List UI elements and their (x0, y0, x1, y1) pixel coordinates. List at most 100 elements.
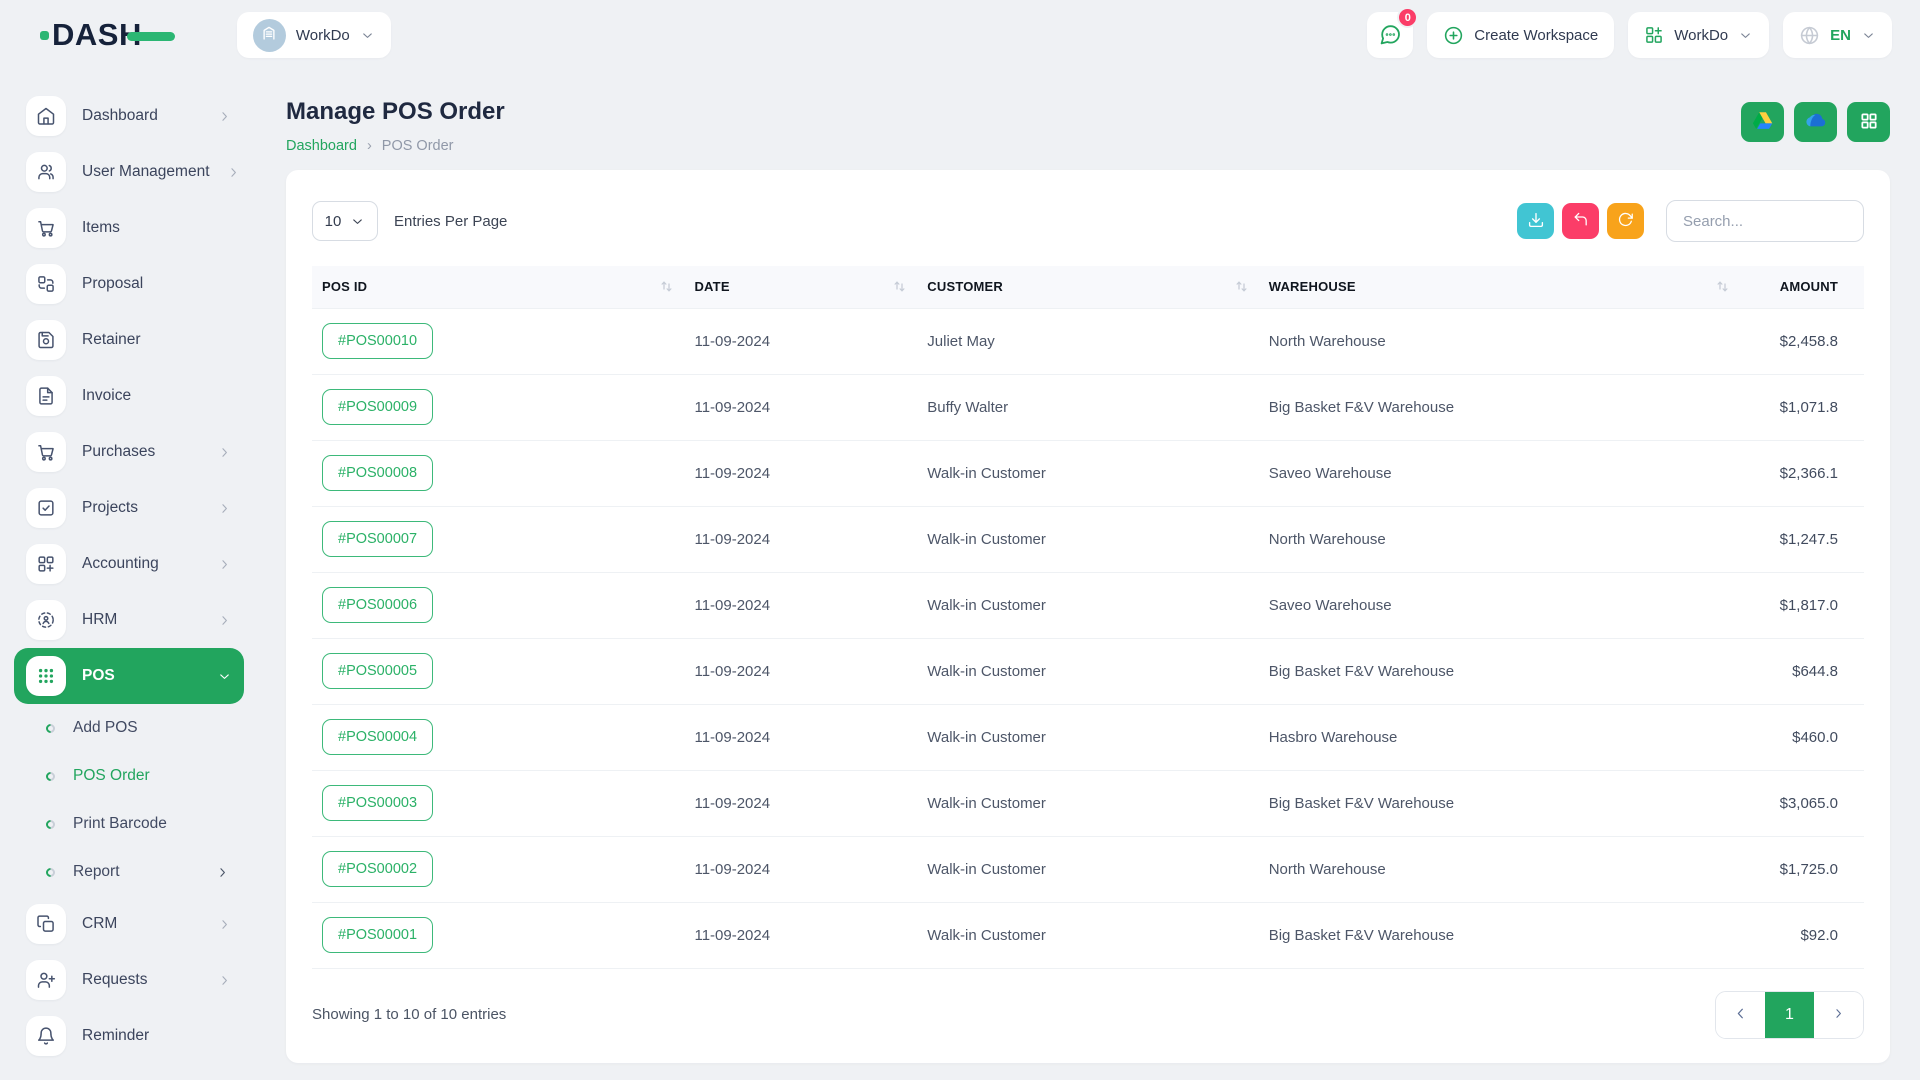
sidebar-item-label: Reminder (82, 1027, 149, 1045)
chevron-down-icon (1861, 28, 1876, 43)
search-input[interactable] (1666, 200, 1864, 242)
column-header-pos-id[interactable]: POS ID (312, 266, 684, 308)
cell-warehouse: Saveo Warehouse (1259, 572, 1740, 638)
cell-amount: $2,458.8 (1740, 308, 1864, 374)
pos-id-badge[interactable]: #POS00008 (322, 455, 433, 491)
sidebar-item-label: Invoice (82, 387, 131, 405)
app-logo[interactable]: DASH (40, 17, 175, 53)
sidebar-item-label: Requests (82, 971, 147, 989)
sidebar-item-items[interactable]: Items (14, 200, 244, 256)
language-selector[interactable]: EN (1783, 12, 1892, 58)
bullet-icon (44, 818, 57, 831)
grid-view-button[interactable] (1847, 102, 1890, 142)
sidebar-item-label: Retainer (82, 331, 141, 349)
cell-customer: Walk-in Customer (917, 638, 1258, 704)
cell-customer: Walk-in Customer (917, 440, 1258, 506)
table-row: #POS00007 11-09-2024 Walk-in Customer No… (312, 506, 1864, 572)
sidebar-subitem-pos-order[interactable]: POS Order (14, 752, 244, 800)
cell-date: 11-09-2024 (684, 506, 917, 572)
pos-id-badge[interactable]: #POS00007 (322, 521, 433, 557)
sidebar-item-invoice[interactable]: Invoice (14, 368, 244, 424)
create-workspace-button[interactable]: Create Workspace (1427, 12, 1614, 58)
cell-warehouse: Big Basket F&V Warehouse (1259, 770, 1740, 836)
pos-order-card: 10 Entries Per Page POS IDDATECUSTOMERWA… (286, 170, 1890, 1063)
breadcrumb: Dashboard › POS Order (286, 138, 505, 154)
sidebar-subitem-report[interactable]: Report (14, 848, 244, 896)
requests-icon (26, 960, 66, 1000)
sidebar-item-projects[interactable]: Projects (14, 480, 244, 536)
cell-amount: $1,247.5 (1740, 506, 1864, 572)
cell-amount: $1,725.0 (1740, 836, 1864, 902)
messages-button[interactable]: 0 (1367, 12, 1413, 58)
sidebar-item-label: Dashboard (82, 107, 158, 125)
cell-date: 11-09-2024 (684, 704, 917, 770)
cell-customer: Juliet May (917, 308, 1258, 374)
google-drive-button[interactable] (1741, 102, 1784, 142)
sidebar-item-label: CRM (82, 915, 117, 933)
pos-id-badge[interactable]: #POS00006 (322, 587, 433, 623)
cell-customer: Walk-in Customer (917, 836, 1258, 902)
bullet-icon (44, 722, 57, 735)
pos-id-badge[interactable]: #POS00001 (322, 917, 433, 953)
refresh-button[interactable] (1607, 203, 1644, 239)
reset-button[interactable] (1562, 203, 1599, 239)
pos-id-badge[interactable]: #POS00004 (322, 719, 433, 755)
pos-id-badge[interactable]: #POS00005 (322, 653, 433, 689)
sidebar-item-crm[interactable]: CRM (14, 896, 244, 952)
table-row: #POS00008 11-09-2024 Walk-in Customer Sa… (312, 440, 1864, 506)
cell-warehouse: Big Basket F&V Warehouse (1259, 902, 1740, 968)
cell-customer: Buffy Walter (917, 374, 1258, 440)
sidebar-item-purchases[interactable]: Purchases (14, 424, 244, 480)
retainer-icon (26, 320, 66, 360)
cell-amount: $92.0 (1740, 902, 1864, 968)
sidebar-item-dashboard[interactable]: Dashboard (14, 88, 244, 144)
column-header-date[interactable]: DATE (684, 266, 917, 308)
table-footer: Showing 1 to 10 of 10 entries 1 (312, 969, 1864, 1063)
sidebar-item-proposal[interactable]: Proposal (14, 256, 244, 312)
pagination-prev-button[interactable] (1716, 992, 1765, 1038)
workspace-selector[interactable]: WorkDo (237, 12, 391, 58)
table-row: #POS00005 11-09-2024 Walk-in Customer Bi… (312, 638, 1864, 704)
chevron-down-icon (217, 669, 232, 684)
sidebar-subitem-print-barcode[interactable]: Print Barcode (14, 800, 244, 848)
onedrive-button[interactable] (1794, 102, 1837, 142)
column-header-warehouse[interactable]: WAREHOUSE (1259, 266, 1740, 308)
column-header-amount[interactable]: AMOUNT (1740, 266, 1864, 308)
entries-per-page-label: Entries Per Page (394, 213, 507, 230)
pos-id-badge[interactable]: #POS00002 (322, 851, 433, 887)
workspace-avatar (253, 19, 286, 52)
workspace-name: WorkDo (296, 27, 350, 44)
topbar: DASH WorkDo 0 Create Workspace WorkDo EN (0, 0, 1920, 70)
sidebar-item-label: Proposal (82, 275, 143, 293)
sort-icon (1234, 279, 1249, 294)
pos-id-badge[interactable]: #POS00010 (322, 323, 433, 359)
chevron-right-icon (217, 613, 232, 628)
workdo-menu-button[interactable]: WorkDo (1628, 12, 1769, 58)
cell-amount: $3,065.0 (1740, 770, 1864, 836)
sidebar-item-hrm[interactable]: HRM (14, 592, 244, 648)
pos-orders-table: POS IDDATECUSTOMERWAREHOUSEAMOUNT #POS00… (312, 266, 1864, 969)
pos-id-badge[interactable]: #POS00009 (322, 389, 433, 425)
pagination-next-button[interactable] (1814, 992, 1863, 1038)
entries-per-page-select[interactable]: 10 (312, 201, 378, 241)
sidebar-item-reminder[interactable]: Reminder (14, 1008, 244, 1064)
sidebar-item-pos[interactable]: POS (14, 648, 244, 704)
sidebar-item-user-management[interactable]: User Management (14, 144, 244, 200)
breadcrumb-dashboard-link[interactable]: Dashboard (286, 138, 357, 154)
sidebar-item-accounting[interactable]: Accounting (14, 536, 244, 592)
pagination-page-1[interactable]: 1 (1765, 992, 1814, 1038)
sidebar-item-label: Projects (82, 499, 138, 517)
sidebar-subitem-add-pos[interactable]: Add POS (14, 704, 244, 752)
sidebar-item-retainer[interactable]: Retainer (14, 312, 244, 368)
cell-customer: Walk-in Customer (917, 902, 1258, 968)
google-drive-icon (1751, 109, 1774, 135)
grid-icon (1859, 111, 1879, 134)
column-header-customer[interactable]: CUSTOMER (917, 266, 1258, 308)
sidebar-item-requests[interactable]: Requests (14, 952, 244, 1008)
sidebar-item-label: HRM (82, 611, 117, 629)
pos-id-badge[interactable]: #POS00003 (322, 785, 433, 821)
pos-icon (26, 656, 66, 696)
export-button[interactable] (1517, 203, 1554, 239)
purchases-cart-icon (26, 432, 66, 472)
create-workspace-label: Create Workspace (1474, 27, 1598, 44)
